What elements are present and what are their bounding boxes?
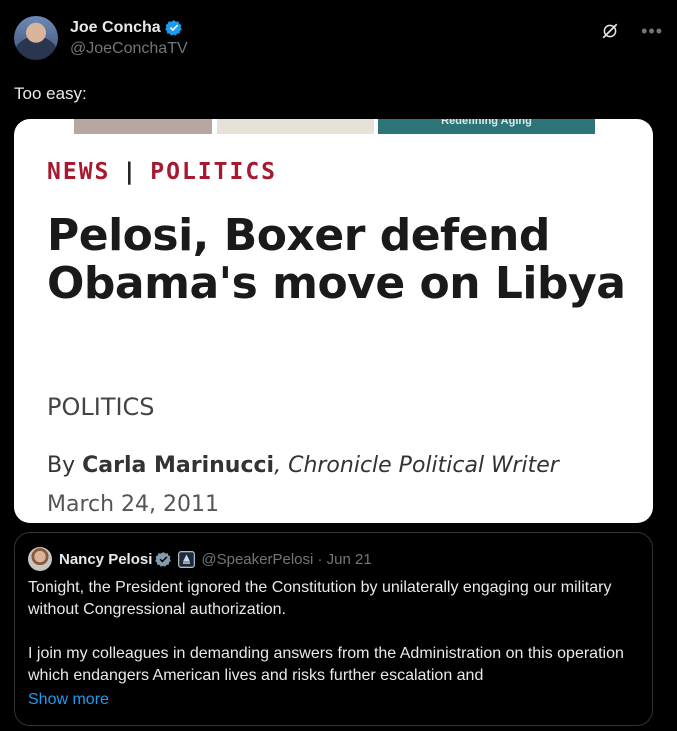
kicker-news: NEWS (47, 159, 111, 185)
ad-strip-banner: Redefining Aging (378, 119, 595, 134)
quoted-avatar[interactable] (28, 547, 52, 571)
byline-role: , Chronicle Political Writer (274, 453, 559, 478)
kicker-politics: POLITICS (150, 159, 278, 185)
header-actions: ••• (601, 16, 663, 40)
grok-icon[interactable] (601, 22, 619, 40)
quoted-paragraph-1: Tonight, the President ignored the Const… (28, 579, 612, 618)
article-headline: Pelosi, Boxer defend Obama's move on Lib… (47, 210, 626, 309)
kicker-separator: | (122, 159, 139, 185)
article-kicker: NEWS | POLITICS (47, 159, 277, 185)
ad-strip-image (217, 119, 374, 134)
article-byline: By Carla Marinucci, Chronicle Political … (47, 453, 559, 478)
more-icon[interactable]: ••• (641, 22, 663, 40)
byline-author: Carla Marinucci (82, 453, 275, 478)
verified-badge-icon[interactable] (164, 19, 183, 37)
quoted-paragraph-2: I join my colleagues in demanding answer… (28, 645, 624, 684)
government-badge-icon (178, 550, 196, 568)
article-screenshot[interactable]: Redefining Aging NEWS | POLITICS Pelosi, B… (14, 119, 653, 523)
quoted-tweet-header: Nancy Pelosi @SpeakerPelosi · Jun 21 (28, 547, 372, 571)
ad-strip-text: Redefining Aging (441, 119, 532, 127)
show-more-link[interactable]: Show more (28, 691, 109, 709)
byline-prefix: By (47, 453, 76, 478)
author-names: Joe Concha @JoeConchaTV (70, 19, 188, 58)
tweet-text: Too easy: (14, 84, 87, 103)
quoted-tweet-text: Tonight, the President ignored the Const… (28, 577, 638, 709)
article-section: POLITICS (47, 393, 155, 421)
quoted-handle-date[interactable]: @SpeakerPelosi · Jun 21 (201, 551, 371, 568)
author-handle[interactable]: @JoeConchaTV (70, 40, 188, 58)
quoted-author-name[interactable]: Nancy Pelosi (59, 551, 152, 568)
verified-badge-icon (155, 551, 172, 567)
author-name-text[interactable]: Joe Concha (70, 19, 161, 37)
quoted-tweet[interactable]: Nancy Pelosi @SpeakerPelosi · Jun 21 Ton… (14, 532, 653, 726)
avatar[interactable] (14, 16, 58, 60)
tweet-header: Joe Concha @JoeConchaTV ••• (14, 16, 663, 60)
author-name[interactable]: Joe Concha (70, 19, 188, 37)
article-date: March 24, 2011 (47, 492, 220, 517)
ad-strip-image (74, 119, 212, 134)
